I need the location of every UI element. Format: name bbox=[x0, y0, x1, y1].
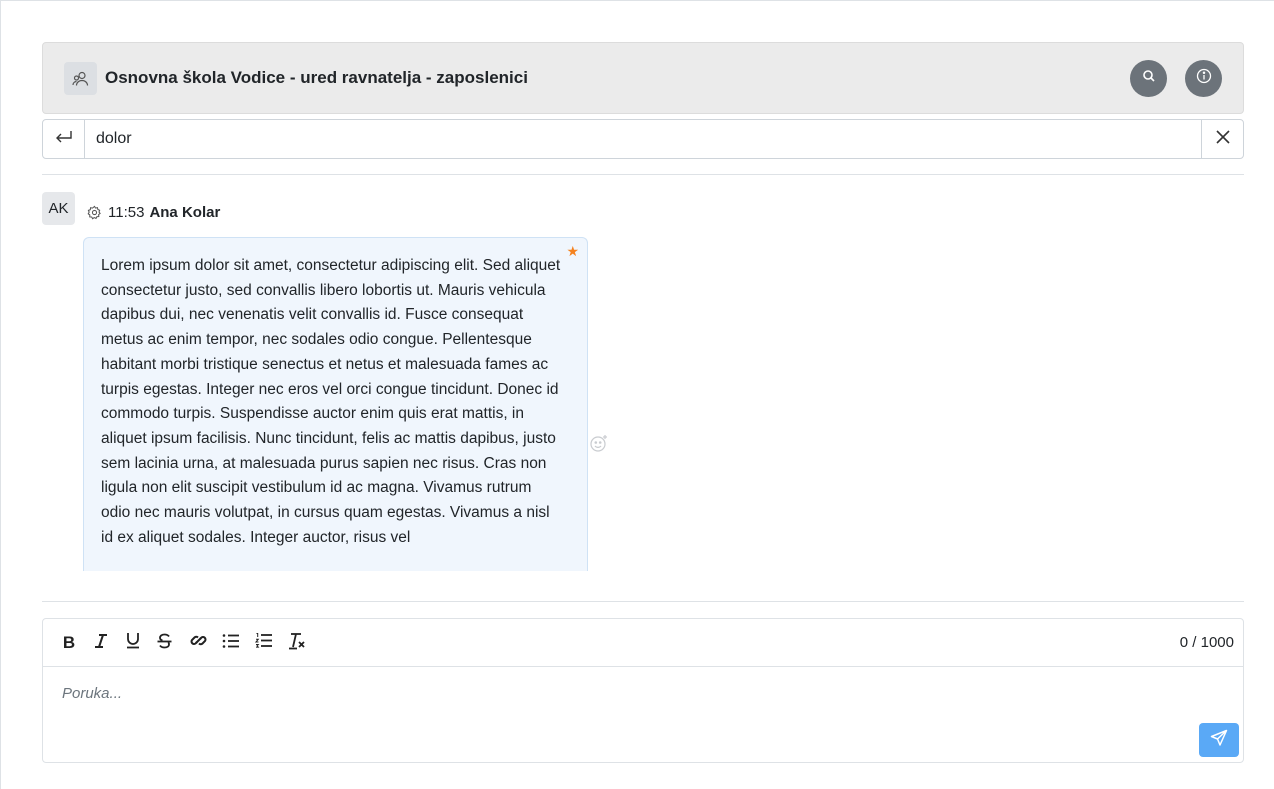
character-counter: 0 / 1000 bbox=[1179, 634, 1234, 651]
search-button[interactable] bbox=[1130, 60, 1167, 97]
strikethrough-icon bbox=[157, 633, 172, 654]
info-button[interactable] bbox=[1185, 60, 1222, 97]
message-meta: 11:53 Ana Kolar bbox=[87, 204, 220, 221]
clear-format-icon bbox=[288, 632, 306, 655]
star-icon[interactable]: ★ bbox=[566, 243, 579, 260]
info-icon bbox=[1196, 68, 1212, 89]
message-input[interactable]: Poruka... bbox=[62, 685, 122, 702]
divider bbox=[42, 174, 1244, 175]
search-icon bbox=[1142, 69, 1156, 88]
users-icon bbox=[64, 62, 97, 95]
avatar[interactable]: AK bbox=[42, 192, 75, 225]
send-button[interactable] bbox=[1199, 723, 1239, 757]
message-text: Lorem ipsum dolor sit amet, consectetur … bbox=[101, 257, 561, 546]
editor-toolbar: B 0 / 1000 bbox=[43, 619, 1243, 667]
link-icon bbox=[190, 632, 207, 654]
return-arrow-icon bbox=[55, 130, 73, 149]
message-author: Ana Kolar bbox=[149, 204, 221, 221]
divider bbox=[42, 601, 1244, 602]
message-bubble: ★ Lorem ipsum dolor sit amet, consectetu… bbox=[83, 237, 588, 571]
ordered-list-button[interactable] bbox=[254, 632, 273, 654]
clear-format-button[interactable] bbox=[288, 632, 306, 654]
bullet-list-icon bbox=[222, 633, 240, 654]
italic-button[interactable] bbox=[93, 632, 109, 654]
conversation-header: Osnovna škola Vodice - ured ravnatelja -… bbox=[42, 42, 1244, 114]
search-back-button[interactable] bbox=[43, 120, 85, 158]
message-editor: B 0 / 1000 Poruka... bbox=[42, 618, 1244, 763]
send-icon bbox=[1210, 729, 1228, 752]
bold-icon: B bbox=[62, 633, 76, 652]
italic-icon bbox=[94, 633, 108, 654]
emoji-add-icon[interactable] bbox=[589, 433, 609, 458]
message-time: 11:53 bbox=[108, 204, 145, 221]
bold-button[interactable]: B bbox=[61, 632, 77, 654]
bullet-list-button[interactable] bbox=[222, 632, 240, 654]
close-icon bbox=[1215, 129, 1230, 149]
message-search-bar bbox=[42, 119, 1244, 159]
gear-icon[interactable] bbox=[87, 205, 102, 220]
search-input[interactable] bbox=[86, 120, 1201, 158]
strikethrough-button[interactable] bbox=[156, 632, 172, 654]
conversation-title: Osnovna škola Vodice - ured ravnatelja -… bbox=[105, 68, 528, 87]
link-button[interactable] bbox=[189, 632, 207, 654]
underline-button[interactable] bbox=[125, 632, 141, 654]
underline-icon bbox=[126, 632, 140, 654]
search-clear-button[interactable] bbox=[1201, 120, 1243, 158]
ordered-list-icon bbox=[254, 632, 273, 654]
chat-window: Osnovna škola Vodice - ured ravnatelja -… bbox=[0, 0, 1274, 789]
